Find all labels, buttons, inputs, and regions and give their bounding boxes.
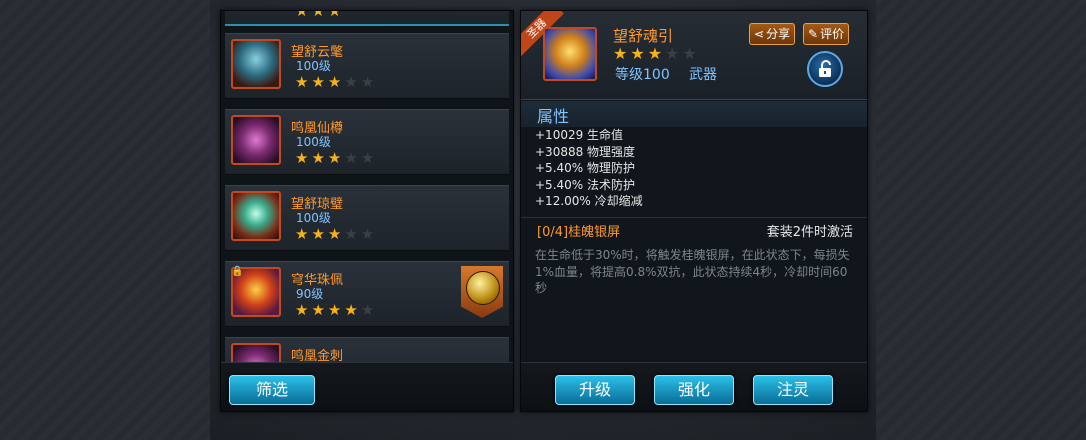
set-activation-note: 套装2件时激活 [766, 225, 853, 240]
star-rating: ★ ★ ★ ★ ★ [295, 151, 374, 166]
star-empty-icon: ★ [360, 301, 375, 319]
star-rating: ★ ★ ★ ★ ★ [295, 303, 374, 318]
equipment-detail-panel: 圣器 望舒魂引 ★ ★ ★ ★ ★ 等级100 武器 ⋖ 分享 ✎ 评价 属性 … [520, 10, 868, 412]
hero-portrait-icon [466, 271, 500, 305]
star-empty-icon: ★ [344, 225, 358, 243]
lock-icon: 🔒 [231, 266, 244, 277]
item-name: 鸣凰金刺 [291, 349, 344, 363]
star-icon: ★ [327, 11, 342, 20]
lock-toggle-button[interactable] [807, 51, 843, 87]
share-icon: ⋖ [754, 27, 765, 41]
attributes-header: 属性 [521, 101, 867, 127]
filter-button[interactable]: 筛选 [229, 375, 315, 405]
star-icon: ★ [311, 11, 325, 20]
attribute-line: +5.40% 物理防护 [535, 161, 635, 175]
star-icon: ★ [311, 225, 325, 243]
share-button[interactable]: ⋖ 分享 [749, 23, 796, 45]
star-icon: ★ [327, 301, 342, 319]
dagger-item-icon [231, 343, 281, 363]
attribute-line: +5.40% 法术防护 [535, 177, 635, 192]
item-level: 90级 [296, 287, 324, 301]
item-level: 100级 [296, 211, 331, 225]
unlock-icon [819, 60, 831, 77]
star-empty-icon: ★ [360, 149, 375, 167]
star-empty-icon: ★ [360, 225, 375, 243]
item-level: 等级100 [615, 67, 670, 83]
item-type: 武器 [689, 67, 717, 83]
star-icon: ★ [295, 149, 309, 167]
star-empty-icon: ★ [360, 73, 375, 91]
star-icon: ★ [327, 149, 342, 167]
action-bar: 升级 强化 注灵 [521, 362, 867, 411]
item-level: 100级 [296, 59, 331, 73]
list-item-partial-top[interactable]: ★ ★ ★ [225, 11, 509, 26]
item-title: 望舒魂引 [613, 27, 674, 45]
share-label: 分享 [766, 27, 791, 41]
star-rating: ★ ★ ★ ★ ★ [613, 44, 697, 63]
star-empty-icon: ★ [682, 44, 697, 63]
star-icon: ★ [613, 44, 628, 63]
list-item[interactable]: 鸣凰仙樽 100级 ★ ★ ★ ★ ★ [225, 109, 509, 175]
star-empty-icon: ★ [344, 149, 358, 167]
star-empty-icon: ★ [665, 44, 680, 63]
cloak-item-icon [231, 39, 281, 89]
list-item[interactable]: 鸣凰金刺 [225, 337, 509, 363]
list-item[interactable]: 🔒 穹华珠佩 90级 ★ ★ ★ ★ ★ [225, 261, 509, 327]
star-icon: ★ [630, 44, 645, 63]
equipment-list[interactable]: ★ ★ ★ 望舒云氅 100级 ★ ★ ★ ★ ★ 鸣凰仙樽 100级 ★ ★ … [221, 11, 513, 363]
star-icon: ★ [311, 73, 325, 91]
star-icon: ★ [327, 225, 342, 243]
list-footer: 筛选 [221, 362, 513, 411]
star-icon: ★ [311, 149, 325, 167]
infuse-button[interactable]: 注灵 [753, 375, 833, 405]
list-item[interactable]: 望舒琼璧 100级 ★ ★ ★ ★ ★ [225, 185, 509, 251]
edit-icon: ✎ [808, 27, 819, 41]
attribute-line: +30888 物理强度 [535, 144, 636, 159]
list-item[interactable]: 望舒云氅 100级 ★ ★ ★ ★ ★ [225, 33, 509, 99]
set-description: 在生命低于30%时，将触发桂魄银屏，在此状态下，每损失1%血量，将提高0.8%双… [535, 248, 850, 295]
star-icon: ★ [295, 11, 309, 20]
attribute-list: +10029 生命值 +30888 物理强度 +5.40% 物理防护 +5.40… [535, 127, 643, 210]
attribute-line: +12.00% 冷却缩减 [535, 194, 643, 208]
star-icon: ★ [295, 73, 309, 91]
equipped-hero-badge[interactable] [461, 266, 503, 318]
set-bonus-row: [0/4]桂魄银屏 套装2件时激活 [521, 217, 867, 240]
set-name: [0/4]桂魄银屏 [537, 225, 621, 240]
star-icon: ★ [311, 301, 325, 319]
star-rating: ★ ★ ★ ★ ★ [295, 75, 374, 90]
attributes-title: 属性 [537, 107, 570, 126]
star-icon: ★ [295, 225, 309, 243]
star-empty-icon: ★ [344, 73, 358, 91]
star-icon: ★ [327, 73, 342, 91]
review-button[interactable]: ✎ 评价 [803, 23, 850, 45]
decorative-frame-right [876, 0, 1086, 440]
item-level: 100级 [296, 135, 331, 149]
star-icon: ★ [295, 301, 309, 319]
goblet-item-icon [231, 115, 281, 165]
star-icon: ★ [647, 44, 663, 63]
upgrade-button[interactable]: 升级 [555, 375, 635, 405]
detail-header: 圣器 望舒魂引 ★ ★ ★ ★ ★ 等级100 武器 ⋖ 分享 ✎ 评价 [521, 11, 867, 100]
enhance-button[interactable]: 强化 [654, 375, 734, 405]
jade-disc-item-icon [231, 191, 281, 241]
star-rating: ★ ★ ★ [295, 11, 341, 19]
star-rating: ★ ★ ★ ★ ★ [295, 227, 374, 242]
weapon-item-icon [543, 27, 597, 81]
star-icon: ★ [344, 301, 358, 319]
review-label: 评价 [820, 27, 845, 41]
attribute-line: +10029 生命值 [535, 128, 624, 142]
decorative-frame-left [0, 0, 210, 440]
equipment-list-panel: ★ ★ ★ 望舒云氅 100级 ★ ★ ★ ★ ★ 鸣凰仙樽 100级 ★ ★ … [220, 10, 514, 412]
